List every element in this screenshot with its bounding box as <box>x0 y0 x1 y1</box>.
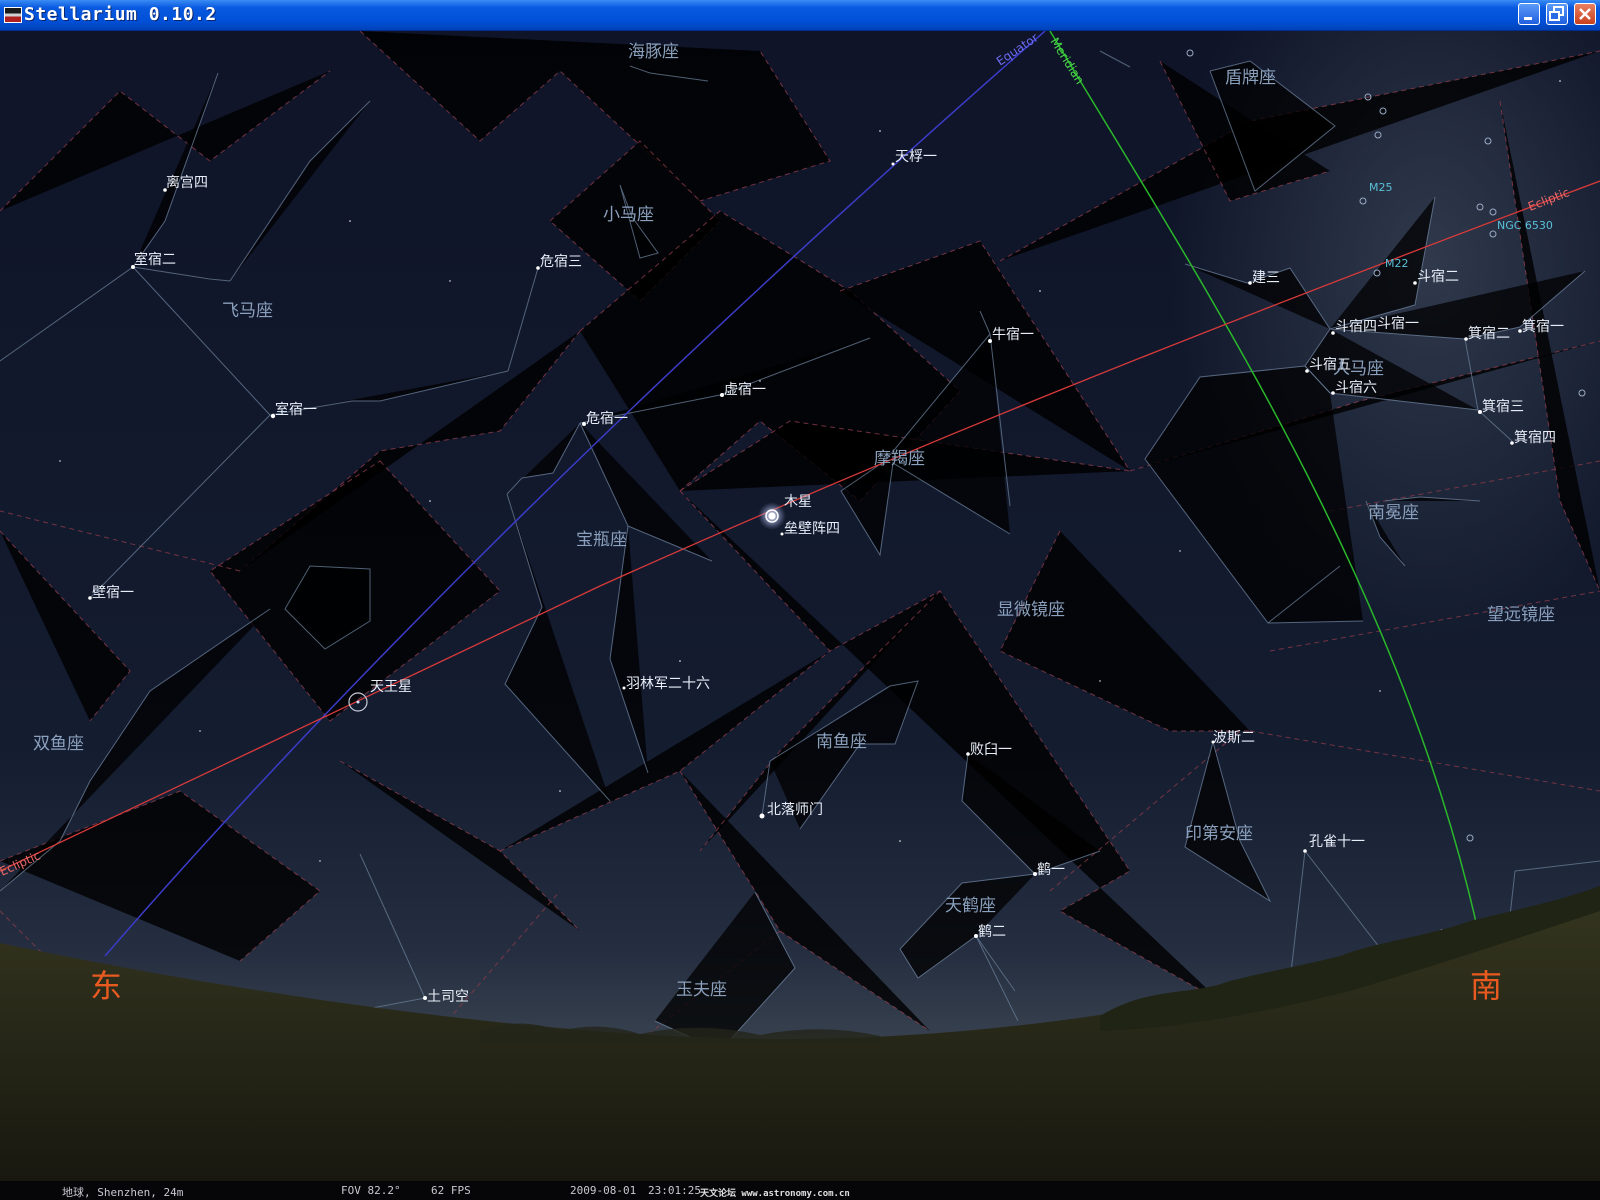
cardinal-east: 东 <box>90 967 122 1005</box>
ngc6530-label: NGC 6530 <box>1497 219 1553 232</box>
star-label-jian3: 建三 <box>1252 270 1280 286</box>
star-label-weisu3: 危宿三 <box>540 253 582 270</box>
cardinal-south: 南 <box>1470 967 1502 1005</box>
time-readout: 23:01:25 <box>648 1184 701 1197</box>
constellation-label-scutum: 盾牌座 <box>1225 68 1276 88</box>
constellation-label-delphinus: 海豚座 <box>628 42 679 62</box>
star-label-jisu2: 箕宿二 <box>1468 325 1510 342</box>
star-label-xusu1: 虚宿一 <box>724 381 766 398</box>
star-label-kongque11: 孔雀十一 <box>1309 834 1365 850</box>
star-label-dousu4: 斗宿四 <box>1335 318 1377 335</box>
star-label-jisu1: 箕宿一 <box>1522 318 1564 335</box>
close-icon <box>1579 8 1591 20</box>
constellation-label-indus: 印第安座 <box>1185 824 1253 844</box>
stellarium-window: Stellarium 0.10.2 Equator Meridian Eclip… <box>0 0 1600 1200</box>
star-label-lisong4: 离宫四 <box>166 174 208 191</box>
star-label-shisu1: 室宿一 <box>275 401 317 418</box>
constellation-label-microscopium: 显微镜座 <box>997 600 1065 620</box>
planet-label-uranus: 天王星 <box>370 679 412 695</box>
star-label-he1: 鹤一 <box>1037 862 1065 878</box>
star-label-bosi2: 波斯二 <box>1213 730 1255 746</box>
sky-view[interactable]: Equator Meridian Ecliptic Ecliptic M25 N… <box>0 31 1600 1181</box>
star-label-tianfu1: 天桴一 <box>895 149 937 165</box>
close-button[interactable] <box>1574 3 1596 25</box>
constellation-label-grus: 天鹤座 <box>945 896 996 916</box>
constellation-label-capricornus: 摩羯座 <box>874 449 925 469</box>
star-label-jisu4: 箕宿四 <box>1514 429 1556 446</box>
minimize-button[interactable] <box>1518 3 1540 25</box>
constellation-label-aquarius: 宝瓶座 <box>576 530 627 550</box>
constellation-label-sculptor: 玉夫座 <box>676 980 727 1000</box>
constellation-label-pegasus: 飞马座 <box>222 301 273 321</box>
star-label-leibizhen4: 垒壁阵四 <box>784 521 840 537</box>
star-label-yulinjun26: 羽林军二十六 <box>626 676 710 692</box>
star-label-he2: 鹤二 <box>978 924 1006 940</box>
star-label-dousu1: 斗宿一 <box>1377 315 1419 332</box>
forum-watermark: 天文论坛 www.astronomy.com.cn <box>700 1189 850 1199</box>
star-label-dousu6: 斗宿六 <box>1335 379 1377 396</box>
star-label-shisu2: 室宿二 <box>134 251 176 268</box>
title-bar[interactable]: Stellarium 0.10.2 <box>0 0 1600 31</box>
constellation-label-equuleus: 小马座 <box>603 205 654 225</box>
constellation-label-corona-australis: 南冕座 <box>1368 503 1419 523</box>
m25-label: M25 <box>1369 181 1393 194</box>
uranus-disc <box>356 700 360 704</box>
star-label-bisu1: 壁宿一 <box>92 584 134 601</box>
star-label-weisu1: 危宿一 <box>586 410 628 427</box>
star-label-tusikong: 土司空 <box>427 989 469 1005</box>
stellarium-app-icon <box>4 7 22 23</box>
minimize-icon <box>1524 17 1532 20</box>
star-label-niusu1: 牛宿一 <box>992 326 1034 343</box>
planet-label-jupiter: 木星 <box>784 494 812 510</box>
star-label-jisu3: 箕宿三 <box>1482 398 1524 415</box>
date-readout: 2009-08-01 <box>570 1184 637 1197</box>
fov-readout: FOV 82.2° <box>341 1184 401 1197</box>
constellation-label-pisces: 双鱼座 <box>33 734 84 754</box>
constellation-label-piscis-austrinus: 南鱼座 <box>816 732 867 752</box>
restore-icon <box>1549 6 1564 21</box>
constellation-label-telescopium: 望远镜座 <box>1487 605 1555 625</box>
fps-readout: 62 FPS <box>431 1184 471 1197</box>
constellation-label-sagittarius: 人马座 <box>1333 359 1384 379</box>
star-label-beiluoshimen: 北落师门 <box>767 802 823 818</box>
star-label-bairi1: 败臼一 <box>970 742 1012 758</box>
status-bar: 地球, Shenzhen, 24m FOV 82.2° 62 FPS 2009-… <box>0 1181 1600 1200</box>
window-title: Stellarium 0.10.2 <box>24 4 217 25</box>
location-readout: 地球, Shenzhen, 24m <box>62 1186 184 1199</box>
m22-label: M22 <box>1385 257 1409 270</box>
jupiter-disc <box>768 512 776 520</box>
restore-button[interactable] <box>1546 3 1568 25</box>
star-label-dousu2: 斗宿二 <box>1417 268 1459 285</box>
